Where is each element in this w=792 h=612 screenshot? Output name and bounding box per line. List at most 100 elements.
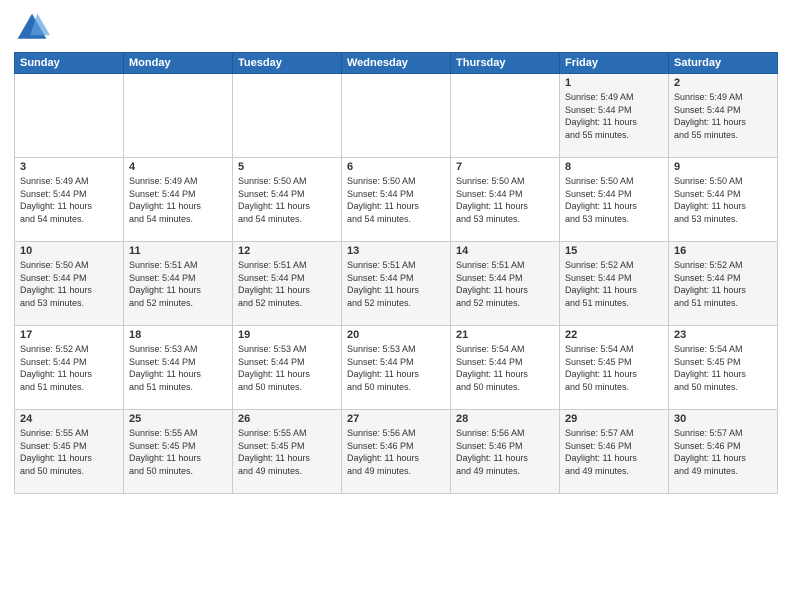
- calendar-cell: 22 Sunrise: 5:54 AMSunset: 5:45 PMDayligh…: [560, 326, 669, 410]
- day-number: 20: [347, 329, 445, 341]
- calendar-cell: 7 Sunrise: 5:50 AMSunset: 5:44 PMDaylight…: [451, 158, 560, 242]
- calendar-cell: 6 Sunrise: 5:50 AMSunset: 5:44 PMDaylight…: [342, 158, 451, 242]
- day-number: 24: [20, 413, 118, 425]
- weekday-tuesday: Tuesday: [233, 53, 342, 74]
- weekday-wednesday: Wednesday: [342, 53, 451, 74]
- day-number: 29: [565, 413, 663, 425]
- day-number: 22: [565, 329, 663, 341]
- calendar-cell: 24 Sunrise: 5:55 AMSunset: 5:45 PMDayligh…: [15, 410, 124, 494]
- day-info: Sunrise: 5:54 AMSunset: 5:45 PMDaylight:…: [565, 343, 663, 393]
- day-info: Sunrise: 5:51 AMSunset: 5:44 PMDaylight:…: [347, 259, 445, 309]
- calendar-cell: 5 Sunrise: 5:50 AMSunset: 5:44 PMDaylight…: [233, 158, 342, 242]
- day-number: 10: [20, 245, 118, 257]
- calendar-cell: 17Sunrise: 5:52 AMSunset: 5:44 PMDayligh…: [15, 326, 124, 410]
- page-header: [14, 10, 778, 46]
- calendar-cell: 26 Sunrise: 5:55 AMSunset: 5:45 PMDayligh…: [233, 410, 342, 494]
- day-info: Sunrise: 5:50 AMSunset: 5:44 PMDaylight:…: [674, 175, 772, 225]
- day-number: 28: [456, 413, 554, 425]
- calendar-cell: 14 Sunrise: 5:51 AMSunset: 5:44 PMDayligh…: [451, 242, 560, 326]
- calendar-cell: 12 Sunrise: 5:51 AMSunset: 5:44 PMDayligh…: [233, 242, 342, 326]
- day-info: Sunrise: 5:51 AMSunset: 5:44 PMDaylight:…: [238, 259, 336, 309]
- weekday-thursday: Thursday: [451, 53, 560, 74]
- calendar-cell: 28 Sunrise: 5:56 AMSunset: 5:46 PMDayligh…: [451, 410, 560, 494]
- day-number: 12: [238, 245, 336, 257]
- day-number: 2: [674, 77, 772, 89]
- day-number: 9: [674, 161, 772, 173]
- day-number: 19: [238, 329, 336, 341]
- weekday-friday: Friday: [560, 53, 669, 74]
- week-row-2: 3 Sunrise: 5:49 AMSunset: 5:44 PMDaylight…: [15, 158, 778, 242]
- day-number: 11: [129, 245, 227, 257]
- calendar-cell: 15 Sunrise: 5:52 AMSunset: 5:44 PMDayligh…: [560, 242, 669, 326]
- day-info: Sunrise: 5:53 AMSunset: 5:44 PMDaylight:…: [129, 343, 227, 393]
- calendar-cell: 8 Sunrise: 5:50 AMSunset: 5:44 PMDaylight…: [560, 158, 669, 242]
- weekday-header-row: SundayMondayTuesdayWednesdayThursdayFrid…: [15, 53, 778, 74]
- calendar-cell: 21 Sunrise: 5:54 AMSunset: 5:44 PMDayligh…: [451, 326, 560, 410]
- day-info: Sunrise: 5:56 AMSunset: 5:46 PMDaylight:…: [347, 427, 445, 477]
- calendar-cell: [451, 74, 560, 158]
- day-info: Sunrise: 5:52 AMSunset: 5:44 PMDaylight:…: [674, 259, 772, 309]
- day-number: 6: [347, 161, 445, 173]
- day-info: Sunrise: 5:52 AMSunset: 5:44 PMDaylight:…: [565, 259, 663, 309]
- calendar-cell: 16 Sunrise: 5:52 AMSunset: 5:44 PMDayligh…: [669, 242, 778, 326]
- calendar-cell: [233, 74, 342, 158]
- calendar-cell: 1 Sunrise: 5:49 AMSunset: 5:44 PMDaylight…: [560, 74, 669, 158]
- day-number: 21: [456, 329, 554, 341]
- day-number: 13: [347, 245, 445, 257]
- day-info: Sunrise: 5:57 AMSunset: 5:46 PMDaylight:…: [565, 427, 663, 477]
- day-info: Sunrise: 5:56 AMSunset: 5:46 PMDaylight:…: [456, 427, 554, 477]
- day-info: Sunrise: 5:51 AMSunset: 5:44 PMDaylight:…: [129, 259, 227, 309]
- day-number: 7: [456, 161, 554, 173]
- day-info: Sunrise: 5:49 AMSunset: 5:44 PMDaylight:…: [565, 91, 663, 141]
- day-info: Sunrise: 5:54 AMSunset: 5:45 PMDaylight:…: [674, 343, 772, 393]
- day-info: Sunrise: 5:50 AMSunset: 5:44 PMDaylight:…: [20, 259, 118, 309]
- day-info: Sunrise: 5:49 AMSunset: 5:44 PMDaylight:…: [129, 175, 227, 225]
- day-info: Sunrise: 5:55 AMSunset: 5:45 PMDaylight:…: [20, 427, 118, 477]
- day-info: Sunrise: 5:50 AMSunset: 5:44 PMDaylight:…: [565, 175, 663, 225]
- calendar-table: SundayMondayTuesdayWednesdayThursdayFrid…: [14, 52, 778, 494]
- calendar-cell: 3Sunrise: 5:49 AMSunset: 5:44 PMDaylight…: [15, 158, 124, 242]
- week-row-3: 10 Sunrise: 5:50 AMSunset: 5:44 PMDayligh…: [15, 242, 778, 326]
- day-number: 18: [129, 329, 227, 341]
- day-info: Sunrise: 5:53 AMSunset: 5:44 PMDaylight:…: [238, 343, 336, 393]
- day-info: Sunrise: 5:49 AMSunset: 5:44 PMDaylight:…: [674, 91, 772, 141]
- day-number: 15: [565, 245, 663, 257]
- day-number: 30: [674, 413, 772, 425]
- day-number: 23: [674, 329, 772, 341]
- calendar-cell: 13 Sunrise: 5:51 AMSunset: 5:44 PMDayligh…: [342, 242, 451, 326]
- calendar-cell: 4 Sunrise: 5:49 AMSunset: 5:44 PMDaylight…: [124, 158, 233, 242]
- weekday-saturday: Saturday: [669, 53, 778, 74]
- day-number: 1: [565, 77, 663, 89]
- logo: [14, 10, 52, 46]
- day-info: Sunrise: 5:50 AMSunset: 5:44 PMDaylight:…: [238, 175, 336, 225]
- calendar-cell: 30 Sunrise: 5:57 AMSunset: 5:46 PMDayligh…: [669, 410, 778, 494]
- week-row-5: 24 Sunrise: 5:55 AMSunset: 5:45 PMDayligh…: [15, 410, 778, 494]
- day-number: 8: [565, 161, 663, 173]
- day-info: Sunrise: 5:50 AMSunset: 5:44 PMDaylight:…: [347, 175, 445, 225]
- calendar-cell: 19 Sunrise: 5:53 AMSunset: 5:44 PMDayligh…: [233, 326, 342, 410]
- day-number: 26: [238, 413, 336, 425]
- day-info: Sunrise: 5:54 AMSunset: 5:44 PMDaylight:…: [456, 343, 554, 393]
- day-info: Sunrise: 5:51 AMSunset: 5:44 PMDaylight:…: [456, 259, 554, 309]
- day-number: 14: [456, 245, 554, 257]
- day-info: Sunrise: 5:50 AMSunset: 5:44 PMDaylight:…: [456, 175, 554, 225]
- week-row-1: 1 Sunrise: 5:49 AMSunset: 5:44 PMDaylight…: [15, 74, 778, 158]
- day-number: 16: [674, 245, 772, 257]
- calendar-cell: 2 Sunrise: 5:49 AMSunset: 5:44 PMDaylight…: [669, 74, 778, 158]
- day-info: Sunrise: 5:57 AMSunset: 5:46 PMDaylight:…: [674, 427, 772, 477]
- week-row-4: 17Sunrise: 5:52 AMSunset: 5:44 PMDayligh…: [15, 326, 778, 410]
- day-number: 25: [129, 413, 227, 425]
- day-number: 5: [238, 161, 336, 173]
- calendar-cell: 11 Sunrise: 5:51 AMSunset: 5:44 PMDayligh…: [124, 242, 233, 326]
- calendar-cell: [342, 74, 451, 158]
- day-info: Sunrise: 5:55 AMSunset: 5:45 PMDaylight:…: [238, 427, 336, 477]
- day-info: Sunrise: 5:53 AMSunset: 5:44 PMDaylight:…: [347, 343, 445, 393]
- calendar-cell: 20 Sunrise: 5:53 AMSunset: 5:44 PMDayligh…: [342, 326, 451, 410]
- day-number: 17: [20, 329, 118, 341]
- calendar-cell: 18 Sunrise: 5:53 AMSunset: 5:44 PMDayligh…: [124, 326, 233, 410]
- calendar-cell: [15, 74, 124, 158]
- day-number: 3: [20, 161, 118, 173]
- weekday-sunday: Sunday: [15, 53, 124, 74]
- day-number: 4: [129, 161, 227, 173]
- day-info: Sunrise: 5:55 AMSunset: 5:45 PMDaylight:…: [129, 427, 227, 477]
